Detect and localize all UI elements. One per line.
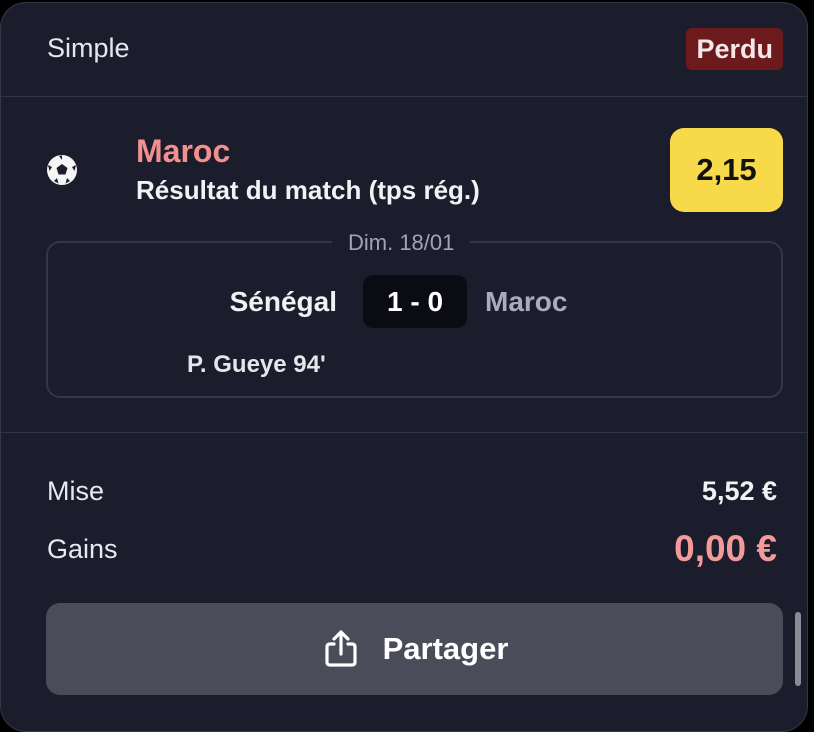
- header-divider: [1, 96, 807, 97]
- summary-divider: [1, 432, 807, 433]
- bet-header: Simple Perdu: [1, 3, 807, 96]
- stake-label: Mise: [47, 476, 105, 506]
- market-label: Résultat du match (tps rég.): [136, 175, 480, 205]
- winnings-label: Gains: [47, 534, 118, 564]
- status-badge: Perdu: [686, 28, 783, 70]
- match-date: Dim. 18/01: [332, 229, 471, 257]
- match-score: 1 - 0: [363, 275, 467, 328]
- share-label: Partager: [382, 631, 509, 666]
- bet-card: Simple Perdu Maroc Résultat du match (tp…: [0, 2, 808, 732]
- share-button[interactable]: Partager: [46, 603, 783, 695]
- bet-type-label: Simple: [47, 33, 130, 63]
- soccer-ball-icon: [47, 155, 77, 185]
- selection-team: Maroc: [136, 133, 231, 169]
- away-team: Maroc: [485, 286, 568, 317]
- scrollbar[interactable]: [795, 612, 801, 686]
- home-team: Sénégal: [229, 286, 337, 317]
- stake-value: 5,52 €: [701, 476, 777, 506]
- odds-badge: 2,15: [670, 128, 783, 212]
- share-icon: [321, 629, 361, 669]
- winnings-value: 0,00 €: [674, 528, 777, 569]
- goal-scorer: P. Gueye 94': [187, 351, 326, 378]
